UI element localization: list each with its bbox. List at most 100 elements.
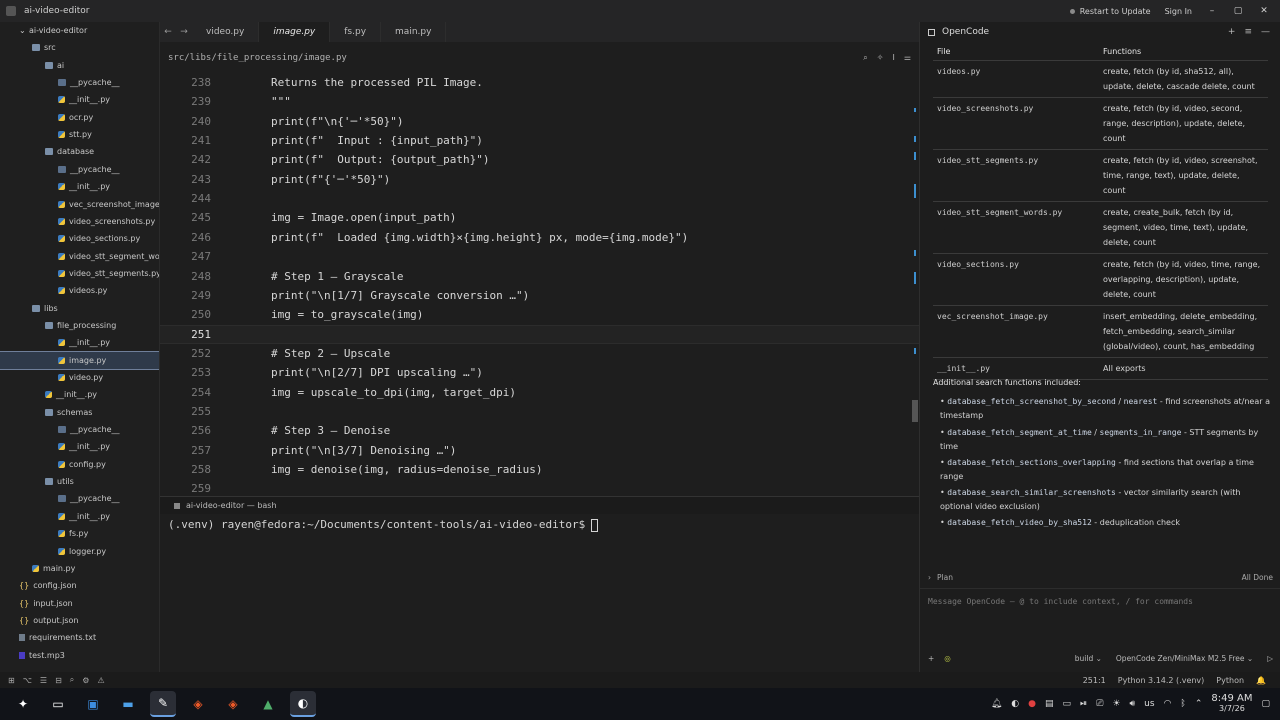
sidebar-item[interactable]: {} output.json [0,612,159,629]
sidebar-item[interactable]: test.mp3 [0,647,159,664]
sidebar-item[interactable]: ocr.py [0,109,159,126]
minimize-icon[interactable]: – [1206,6,1218,16]
tab-fs-py[interactable]: fs.py [330,22,382,42]
show-desktop-icon[interactable]: ▢ [1261,699,1270,709]
search-icon[interactable]: ⌕ [70,675,74,685]
code-line[interactable]: 248 # Step 1 – Grayscale [160,267,919,286]
sidebar-item[interactable]: __init__.py [0,386,159,403]
sign-in-button[interactable]: Sign In [1165,7,1192,16]
code-line[interactable]: 245 img = Image.open(input_path) [160,208,919,227]
tab-video-py[interactable]: video.py [192,22,260,42]
forward-arrow-icon[interactable]: → [176,27,192,37]
sidebar-item[interactable]: main.py [0,560,159,577]
tray-expand-icon[interactable]: ⌃ [1195,699,1203,709]
clock[interactable]: 8:49 AM 3/7/26 [1211,694,1252,714]
code-line[interactable]: 259 [160,479,919,496]
system-monitor-icon[interactable]: ▲ [255,691,281,717]
sidebar-item[interactable]: {} config.json [0,577,159,594]
assist-icon[interactable]: ✧ [877,53,884,63]
code-line[interactable]: 242 print(f" Output: {output_path}") [160,150,919,169]
close-icon[interactable]: ✕ [1258,6,1270,16]
keyboard-layout[interactable]: us [1144,699,1154,709]
brave-browser-2-icon[interactable]: ◈ [220,691,246,717]
maximize-icon[interactable]: ▢ [1232,6,1244,16]
sidebar-item[interactable]: video.py [0,369,159,386]
sidebar-item[interactable]: __pycache__ [0,161,159,178]
code-line[interactable]: 255 [160,402,919,421]
debug-icon[interactable]: ⚙ [82,676,89,685]
search-icon[interactable]: ⌕ [863,53,867,63]
sidebar-item[interactable]: __init__.py [0,334,159,351]
language-mode[interactable]: Python [1216,676,1244,685]
sidebar-item[interactable]: __pycache__ [0,490,159,507]
sidebar-item[interactable]: video_stt_segments.py [0,265,159,282]
sidebar-item[interactable]: stt.py [0,126,159,143]
code-line[interactable]: 238 Returns the processed PIL Image. [160,73,919,92]
menu-icon[interactable]: ≡ [1244,27,1252,37]
restart-to-update-button[interactable]: Restart to Update [1069,7,1151,16]
cursor-position[interactable]: 251:1 [1083,676,1106,685]
sidebar-item[interactable]: __init__.py [0,178,159,195]
mode-selector[interactable]: build ⌄ [1075,654,1102,663]
tab-main-py[interactable]: main.py [381,22,447,42]
brightness-icon[interactable]: ☀ [1112,699,1120,709]
bluetooth-icon[interactable]: ᛒ [1180,699,1185,709]
cursor-icon[interactable]: I [892,53,894,63]
code-line[interactable]: 243 print(f"{'─'*50}") [160,170,919,189]
notifications-icon[interactable]: 🔔 [1256,676,1266,685]
sidebar-item[interactable]: ⌄ ai-video-editor [0,22,159,39]
code-line[interactable]: 244 [160,189,919,208]
model-selector[interactable]: OpenCode Zen/MiniMax M2.5 Free ⌄ [1116,654,1253,663]
sidebar-item[interactable]: __pycache__ [0,74,159,91]
outline-icon[interactable]: ☰ [40,676,47,685]
code-editor[interactable]: 238 Returns the processed PIL Image. 239 ""… [160,73,919,496]
sidebar-item[interactable]: src [0,39,159,56]
scrollbar-markers[interactable] [912,100,918,430]
wifi-icon[interactable]: ◠ [1164,699,1172,709]
sidebar-item[interactable]: config.py [0,456,159,473]
sidebar-item[interactable]: libs [0,300,159,317]
discover-icon[interactable]: ▣ [80,691,106,717]
app-launcher-icon[interactable]: ✦ [10,691,36,717]
code-line[interactable]: 241 print(f" Input : {input_path}") [160,131,919,150]
code-line[interactable]: 252 # Step 2 – Upscale [160,344,919,363]
back-arrow-icon[interactable]: ← [160,27,176,37]
record-icon[interactable]: ● [1028,699,1036,709]
brave-browser-icon[interactable]: ◈ [185,691,211,717]
volume-icon[interactable]: 🔊︎ [1129,699,1135,709]
sidebar-item[interactable]: videos.py [0,282,159,299]
bell-icon[interactable]: 🔔︎ [991,699,1002,709]
git-icon[interactable]: ⌥ [23,676,32,685]
code-line[interactable]: 257 print("\n[3/7] Denoising …") [160,441,919,460]
display-icon[interactable]: ⎚ [1096,699,1103,709]
sidebar-item[interactable]: video_sections.py [0,230,159,247]
sidebar-item[interactable]: {} input.json [0,595,159,612]
media-icon[interactable]: ⏯ [1080,699,1087,709]
send-icon[interactable]: ▷ [1267,654,1273,663]
editor-app-icon[interactable]: ✎ [150,691,176,717]
tab-image-py[interactable]: image.py [259,22,331,42]
sidebar-item[interactable]: __pycache__ [0,421,159,438]
add-icon[interactable]: + [1228,27,1236,37]
battery-icon[interactable]: ▭ [1062,699,1071,709]
sidebar-item[interactable]: __init__.py [0,91,159,108]
code-line[interactable]: 246 print(f" Loaded {img.width}×{img.heig… [160,228,919,247]
file-manager-icon[interactable]: ▬ [115,691,141,717]
sidebar-item[interactable]: __init__.py [0,438,159,455]
split-icon[interactable]: ⊟ [55,676,62,685]
sidebar-item[interactable]: video_screenshots.py [0,213,159,230]
code-line[interactable]: 240 print(f"\n{'─'*50}") [160,112,919,131]
obs-icon[interactable]: ◐ [290,691,316,717]
sidebar-item[interactable]: fs.py [0,525,159,542]
breadcrumb-path[interactable]: src/libs/file_processing/image.py [168,53,347,63]
sidebar-item[interactable]: ai [0,57,159,74]
sidebar-item[interactable]: video_stt_segment_words.py [0,248,159,265]
code-line[interactable]: 239 """ [160,92,919,111]
sidebar-item[interactable]: vec_screenshot_image.py [0,196,159,213]
message-input[interactable]: Message OpenCode — @ to include context,… [920,588,1280,648]
sidebar-item[interactable]: file_processing [0,317,159,334]
clipboard-icon[interactable]: ▤ [1045,699,1054,709]
code-line[interactable]: 250 img = to_grayscale(img) [160,305,919,324]
code-line[interactable]: 256 # Step 3 – Denoise [160,421,919,440]
sidebar-item[interactable]: image.py [0,350,159,370]
